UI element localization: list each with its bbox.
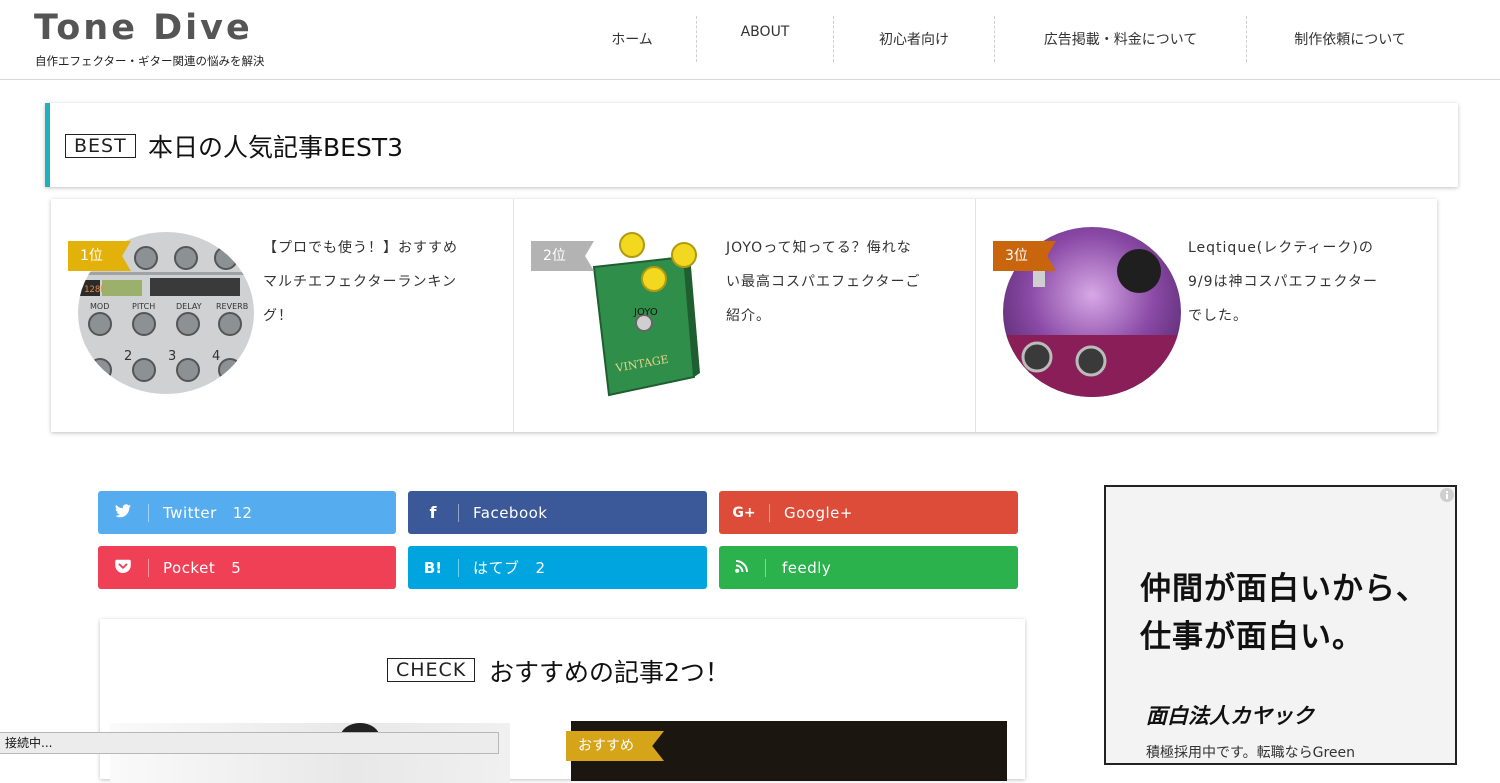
best-article-title-1[interactable]: 【プロでも使う！】おすすめマルチエフェクターランキング！ [263, 231, 463, 333]
share-feedly-label: feedly [782, 558, 832, 577]
feedly-icon [719, 558, 766, 577]
svg-text:DELAY: DELAY [176, 302, 202, 311]
share-pocket-label: Pocket [163, 558, 216, 577]
svg-text:JOYO: JOYO [633, 307, 658, 318]
share-pocket-button[interactable]: Pocket 5 [98, 546, 396, 589]
recommended-section: CHECK おすすめの記事2つ！ おすすめ [100, 619, 1025, 783]
recommended-badge: おすすめ [566, 731, 664, 761]
google-plus-icon: G+ [719, 503, 770, 522]
share-feedly-button[interactable]: feedly [719, 546, 1018, 589]
svg-text:MOD: MOD [90, 302, 109, 311]
share-pocket-count: 5 [231, 558, 241, 577]
site-header: Tone Dive 自作エフェクター・ギター関連の悩みを解決 ホーム ABOUT… [0, 0, 1500, 80]
browser-status-bar: 接続中... [0, 732, 499, 754]
rank-badge-2: 2位 [531, 241, 594, 271]
info-icon[interactable] [1439, 487, 1455, 503]
nav-item-advertising[interactable]: 広告掲載・料金について [994, 16, 1246, 62]
nav-item-about[interactable]: ABOUT [696, 16, 833, 62]
nav-item-commission[interactable]: 制作依頼について [1246, 16, 1453, 62]
svg-text:REVERB: REVERB [216, 302, 248, 311]
share-hatena-button[interactable]: B! はてブ 2 [408, 546, 707, 589]
ad-subtext: 積極採用中です。転職ならGreen [1146, 745, 1355, 761]
best-section-header: BEST 本日の人気記事BEST3 [45, 103, 1458, 187]
facebook-icon: f [408, 503, 459, 522]
share-google-plus-button[interactable]: G+ Google+ [719, 491, 1018, 534]
nav-item-home[interactable]: ホーム [568, 16, 696, 62]
main-nav: ホーム ABOUT 初心者向け 広告掲載・料金について 制作依頼について [568, 16, 1453, 62]
best-articles: 128F MOD PITCH DELAY REVERB 2 3 4 1位 【プロでも使う！… [51, 199, 1437, 432]
ad-headline-line-1: 仲間が面白いから、 [1140, 571, 1428, 607]
share-google-plus-label: Google+ [784, 503, 853, 522]
sidebar-advertisement[interactable]: 仲間が面白いから、 仕事が面白い。 面白法人カヤック 積極採用中です。転職ならG… [1104, 485, 1457, 765]
share-hatena-label: はてブ [473, 559, 520, 577]
svg-text:2: 2 [124, 349, 132, 364]
svg-text:3: 3 [168, 349, 176, 364]
svg-text:4: 4 [212, 349, 220, 364]
best-title: 本日の人気記事BEST3 [148, 133, 403, 162]
nav-item-beginners[interactable]: 初心者向け [833, 16, 994, 62]
rank-badge-1: 1位 [68, 241, 131, 271]
site-logo[interactable]: Tone Dive [34, 8, 253, 48]
twitter-icon [98, 503, 149, 522]
best-tag: BEST [65, 134, 136, 158]
hatena-bookmark-icon: B! [408, 558, 459, 577]
best-article-card-2[interactable]: JOYO VINTAGE 2位 JOYOって知ってる？侮れない最高コスパエフェク… [513, 199, 975, 432]
ad-brand: 面白法人カヤック [1146, 704, 1314, 728]
ad-headline: 仲間が面白いから、 仕事が面白い。 [1140, 565, 1428, 661]
share-hatena-count: 2 [535, 558, 546, 577]
best-article-card-1[interactable]: 128F MOD PITCH DELAY REVERB 2 3 4 1位 【プロでも使う！… [51, 199, 513, 432]
svg-text:128F: 128F [84, 285, 106, 295]
share-facebook-button[interactable]: f Facebook [408, 491, 707, 534]
ad-headline-line-2: 仕事が面白い。 [1140, 619, 1364, 655]
check-tag: CHECK [387, 658, 476, 682]
check-title: おすすめの記事2つ！ [489, 658, 730, 687]
share-facebook-label: Facebook [473, 503, 548, 522]
svg-text:PITCH: PITCH [132, 302, 155, 311]
best-article-title-2[interactable]: JOYOって知ってる？侮れない最高コスパエフェクターご紹介。 [726, 231, 926, 333]
share-twitter-button[interactable]: Twitter 12 [98, 491, 396, 534]
best-article-title-3[interactable]: Leqtique(レクティーク)の9/9は神コスパエフェクターでした。 [1188, 231, 1388, 333]
rank-badge-3: 3位 [993, 241, 1056, 271]
site-tagline: 自作エフェクター・ギター関連の悩みを解決 [35, 54, 265, 68]
pocket-icon [98, 558, 149, 577]
share-twitter-count: 12 [232, 503, 252, 522]
best-article-card-3[interactable]: 3位 Leqtique(レクティーク)の9/9は神コスパエフェクターでした。 [975, 199, 1437, 432]
share-twitter-label: Twitter [163, 503, 217, 522]
